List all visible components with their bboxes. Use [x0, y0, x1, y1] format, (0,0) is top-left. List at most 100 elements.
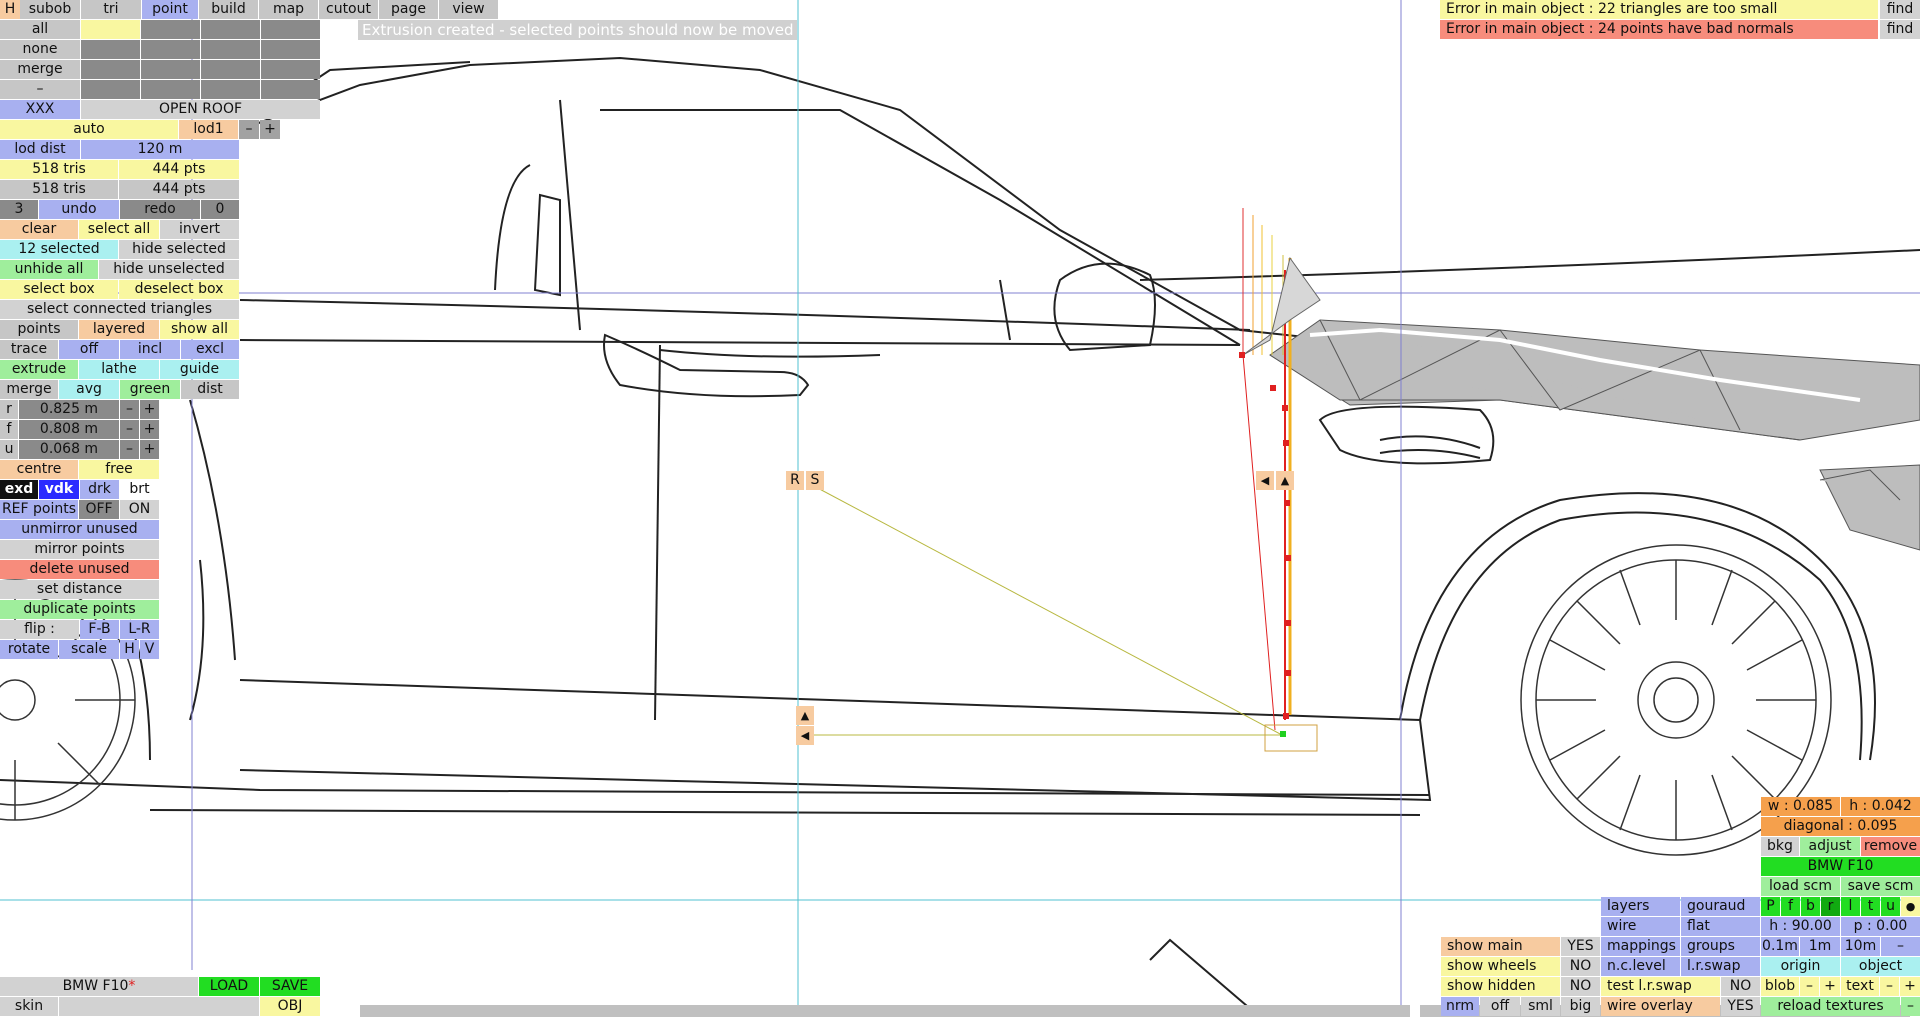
unhide-all-button[interactable]: unhide all	[0, 260, 98, 279]
auto-button[interactable]: auto	[0, 120, 178, 139]
test-lr-swap-value[interactable]: NO	[1721, 977, 1760, 996]
duplicate-points-button[interactable]: duplicate points	[0, 600, 159, 619]
extrude-button[interactable]: extrude	[0, 360, 78, 379]
show-hidden-value[interactable]: NO	[1561, 977, 1600, 996]
lod-minus-button[interactable]: –	[239, 120, 259, 139]
grid-cell[interactable]	[81, 60, 140, 79]
text-plus-button[interactable]: +	[1900, 977, 1920, 996]
show-wheels-button[interactable]: show wheels	[1441, 957, 1560, 976]
redo-button[interactable]: redo	[120, 200, 200, 219]
f-plus-button[interactable]: +	[140, 420, 159, 439]
remove-button[interactable]: remove	[1861, 837, 1920, 856]
bkg-button[interactable]: bkg	[1761, 837, 1799, 856]
text-button[interactable]: text	[1841, 977, 1879, 996]
guide-button[interactable]: guide	[160, 360, 239, 379]
step-minus-button[interactable]: –	[1881, 937, 1920, 956]
flip-fb-button[interactable]: F-B	[80, 620, 119, 639]
free-button[interactable]: free	[79, 460, 159, 479]
ref-on-button[interactable]: ON	[120, 500, 159, 519]
invert-button[interactable]: invert	[160, 220, 239, 239]
u-minus-button[interactable]: –	[120, 440, 139, 459]
trace-button[interactable]: trace	[0, 340, 58, 359]
h-toggle[interactable]: H	[0, 0, 20, 19]
r-minus-button[interactable]: –	[120, 400, 139, 419]
lod-dist-value[interactable]: 120 m	[81, 140, 239, 159]
step-01m-button[interactable]: 0.1m	[1761, 937, 1799, 956]
set-distance-button[interactable]: set distance	[0, 580, 159, 599]
u-value[interactable]: 0.068 m	[19, 440, 119, 459]
show-wheels-value[interactable]: NO	[1561, 957, 1600, 976]
pitch-readout[interactable]: p : 0.00	[1841, 917, 1920, 936]
normals-button[interactable]: nrm	[1441, 997, 1479, 1016]
lathe-button[interactable]: lathe	[79, 360, 159, 379]
step-10m-button[interactable]: 10m	[1841, 937, 1880, 956]
show-all-button[interactable]: show all	[160, 320, 239, 339]
view-b-button[interactable]: b	[1801, 897, 1820, 916]
merge-layer-button[interactable]: merge	[0, 60, 80, 79]
nc-level-button[interactable]: n.c.level	[1601, 957, 1680, 976]
origin-button[interactable]: origin	[1761, 957, 1840, 976]
normals-off-button[interactable]: off	[1480, 997, 1520, 1016]
grid-cell[interactable]	[201, 80, 260, 99]
xxx-button[interactable]: XXX	[0, 100, 80, 119]
obj-button[interactable]: OBJ	[260, 997, 320, 1016]
u-plus-button[interactable]: +	[140, 440, 159, 459]
blob-button[interactable]: blob	[1761, 977, 1799, 996]
view-t-button[interactable]: t	[1861, 897, 1880, 916]
delete-unused-button[interactable]: delete unused	[0, 560, 159, 579]
lr-swap-button[interactable]: l.r.swap	[1681, 957, 1760, 976]
exd-button[interactable]: exd	[0, 480, 38, 499]
tab-cutout[interactable]: cutout	[319, 0, 378, 19]
grid-cell[interactable]	[141, 40, 200, 59]
grid-cell[interactable]	[81, 80, 140, 99]
layered-button[interactable]: layered	[79, 320, 159, 339]
grid-cell[interactable]	[141, 80, 200, 99]
wire-overlay-button[interactable]: wire overlay	[1601, 997, 1720, 1016]
f-value[interactable]: 0.808 m	[19, 420, 119, 439]
scale-button[interactable]: scale	[59, 640, 119, 659]
vdk-button[interactable]: vdk	[39, 480, 79, 499]
flip-lr-button[interactable]: L-R	[120, 620, 159, 639]
handle-r[interactable]: R	[786, 471, 804, 490]
mappings-button[interactable]: mappings	[1601, 937, 1680, 956]
r-plus-button[interactable]: +	[140, 400, 159, 419]
view-r-button[interactable]: r	[1821, 897, 1840, 916]
lod1-button[interactable]: lod1	[179, 120, 238, 139]
points-button[interactable]: points	[0, 320, 78, 339]
tab-point[interactable]: point	[142, 0, 198, 19]
flat-button[interactable]: flat	[1681, 917, 1760, 936]
h-button[interactable]: H	[120, 640, 139, 659]
dash-button[interactable]: –	[0, 80, 80, 99]
f-minus-button[interactable]: –	[120, 420, 139, 439]
lod-plus-button[interactable]: +	[260, 120, 280, 139]
skin-field[interactable]	[59, 997, 259, 1016]
move-left-icon[interactable]: ◀	[796, 726, 814, 745]
tab-tri[interactable]: tri	[81, 0, 141, 19]
all-button[interactable]: all	[0, 20, 80, 39]
move-left-icon[interactable]: ◀	[1256, 471, 1274, 490]
tab-subob[interactable]: subob	[20, 0, 80, 19]
undo-button[interactable]: undo	[39, 200, 119, 219]
normals-sml-button[interactable]: sml	[1521, 997, 1560, 1016]
open-roof-button[interactable]: OPEN ROOF	[81, 100, 320, 119]
blob-plus-button[interactable]: +	[1820, 977, 1840, 996]
move-up-icon[interactable]: ▲	[796, 706, 814, 725]
error-find-button-2[interactable]: find	[1880, 20, 1920, 39]
wire-button[interactable]: wire	[1601, 917, 1680, 936]
wire-overlay-value[interactable]: YES	[1721, 997, 1760, 1016]
tab-build[interactable]: build	[199, 0, 258, 19]
step-1m-button[interactable]: 1m	[1800, 937, 1840, 956]
view-l-button[interactable]: l	[1841, 897, 1860, 916]
load-scm-button[interactable]: load scm	[1761, 877, 1840, 896]
gouraud-button[interactable]: gouraud	[1681, 897, 1760, 916]
save-button[interactable]: SAVE	[260, 977, 320, 996]
normals-big-button[interactable]: big	[1561, 997, 1600, 1016]
grid-cell[interactable]	[81, 40, 140, 59]
centre-button[interactable]: centre	[0, 460, 78, 479]
show-main-button[interactable]: show main	[1441, 937, 1560, 956]
grid-cell[interactable]	[261, 80, 320, 99]
trace-excl-button[interactable]: excl	[181, 340, 239, 359]
show-main-value[interactable]: YES	[1561, 937, 1600, 956]
grid-cell[interactable]	[81, 20, 140, 39]
view-u-button[interactable]: u	[1881, 897, 1900, 916]
